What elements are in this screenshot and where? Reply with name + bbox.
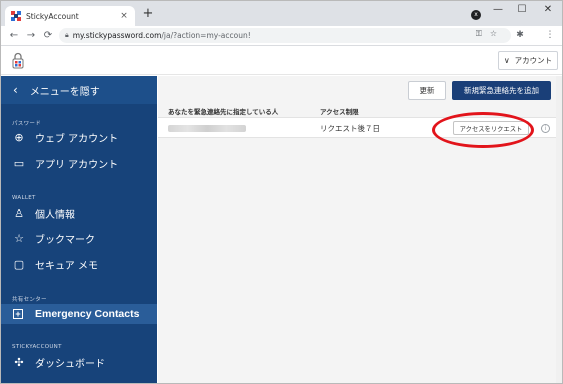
browser-toolbar: ← → ⟳ 🔒︎ my.stickypassword.com /ja/?acti… xyxy=(1,26,562,46)
sidebar-item-label: アプリ アカウント xyxy=(35,159,119,171)
sidebar-item-web-accounts[interactable]: ⊕ ウェブ アカウント xyxy=(1,127,157,147)
browser-tab[interactable]: StickyAccount × xyxy=(5,6,135,26)
section-stickyaccount: STICKYACCOUNT xyxy=(12,344,62,350)
blurred-contact-name xyxy=(168,125,246,132)
app-header: ∨ アカウント xyxy=(1,47,562,75)
menu-kebab-icon[interactable]: ⋮ xyxy=(543,28,557,43)
account-menu-button[interactable]: ∨ アカウント xyxy=(498,51,558,70)
refresh-button[interactable]: 更新 xyxy=(408,81,446,100)
account-label: アカウント xyxy=(514,56,553,65)
reload-icon[interactable]: ⟳ xyxy=(41,28,55,43)
chevron-left-icon: ‹ xyxy=(13,83,18,97)
column-header-access: アクセス制限 xyxy=(320,108,359,116)
section-wallet: WALLET xyxy=(12,195,36,201)
person-icon: ♙ xyxy=(14,206,24,220)
star-icon: ☆ xyxy=(14,231,24,245)
sidebar-item-personal-info[interactable]: ♙ 個人情報 xyxy=(1,203,157,223)
browser-window: StickyAccount × + x — ☐ ✕ ← → ⟳ 🔒︎ my.st… xyxy=(0,0,563,384)
address-bar[interactable]: 🔒︎ my.stickypassword.com /ja/?action=my-… xyxy=(59,28,511,43)
minimize-icon[interactable]: — xyxy=(489,4,507,16)
profile-icon[interactable]: x xyxy=(471,10,481,20)
sidebar-item-label: セキュア メモ xyxy=(35,260,98,272)
access-limit-cell: リクエスト後７日 xyxy=(320,124,380,133)
section-sharing: 共有センター xyxy=(12,297,47,303)
laptop-icon: ▭ xyxy=(13,156,25,170)
tab-strip: StickyAccount × + x — ☐ ✕ xyxy=(1,1,562,26)
request-access-button[interactable]: アクセスをリクエスト xyxy=(453,121,529,135)
column-header-designator: あなたを緊急連絡先に指定している人 xyxy=(168,108,279,116)
sidebar-item-label: ブックマーク xyxy=(35,234,95,246)
tab-close-icon[interactable]: × xyxy=(119,11,129,21)
back-icon[interactable]: ← xyxy=(7,28,21,43)
maximize-icon[interactable]: ☐ xyxy=(513,4,531,16)
sidebar-item-bookmarks[interactable]: ☆ ブックマーク xyxy=(1,228,157,248)
note-icon: ▢ xyxy=(13,257,25,271)
info-icon[interactable]: i xyxy=(541,124,550,133)
table-row: リクエスト後７日 アクセスをリクエスト i xyxy=(158,117,556,138)
lock-icon: 🔒︎ xyxy=(65,31,69,39)
chevron-down-icon: ∨ xyxy=(503,56,510,65)
extensions-icon[interactable]: ✱ xyxy=(513,28,527,43)
hide-menu-label: メニューを隠す xyxy=(29,86,100,98)
sidebar-item-emergency-contacts[interactable]: + Emergency Contacts xyxy=(1,304,157,324)
sticky-lock-logo-icon[interactable] xyxy=(12,52,24,69)
main-content: 更新 新規緊急連絡先を追加 あなたを緊急連絡先に指定している人 アクセス制限 リ… xyxy=(158,76,562,383)
sidebar-item-dashboard[interactable]: ✣ ダッシュボード xyxy=(1,352,157,372)
hide-menu-button[interactable]: ‹ メニューを隠す xyxy=(1,76,157,104)
tab-title: StickyAccount xyxy=(26,11,79,21)
dashboard-icon: ✣ xyxy=(14,355,24,369)
stickyaccount-favicon-icon xyxy=(11,11,21,21)
sidebar-item-secure-memo[interactable]: ▢ セキュア メモ xyxy=(1,254,157,274)
sidebar: ‹ メニューを隠す パスワード ⊕ ウェブ アカウント ▭ アプリ アカウント … xyxy=(1,76,157,383)
section-passwords: パスワード xyxy=(12,121,42,127)
add-emergency-contact-button[interactable]: 新規緊急連絡先を追加 xyxy=(452,81,551,100)
url-path: /ja/?action=my-accoun! xyxy=(161,31,251,40)
new-tab-button[interactable]: + xyxy=(141,7,155,21)
key-icon[interactable]: ⚿☆ xyxy=(476,29,505,39)
sidebar-item-app-accounts[interactable]: ▭ アプリ アカウント xyxy=(1,153,157,173)
scrollbar[interactable] xyxy=(556,76,562,383)
globe-icon: ⊕ xyxy=(14,130,24,144)
sidebar-item-label: ウェブ アカウント xyxy=(35,133,119,145)
forward-icon[interactable]: → xyxy=(24,28,38,43)
sidebar-item-label: Emergency Contacts xyxy=(35,308,140,320)
close-window-icon[interactable]: ✕ xyxy=(539,4,557,16)
plus-box-icon: + xyxy=(13,309,23,319)
sidebar-item-label: 個人情報 xyxy=(35,209,75,221)
sidebar-item-label: ダッシュボード xyxy=(35,358,105,370)
url-host: my.stickypassword.com xyxy=(72,31,162,40)
